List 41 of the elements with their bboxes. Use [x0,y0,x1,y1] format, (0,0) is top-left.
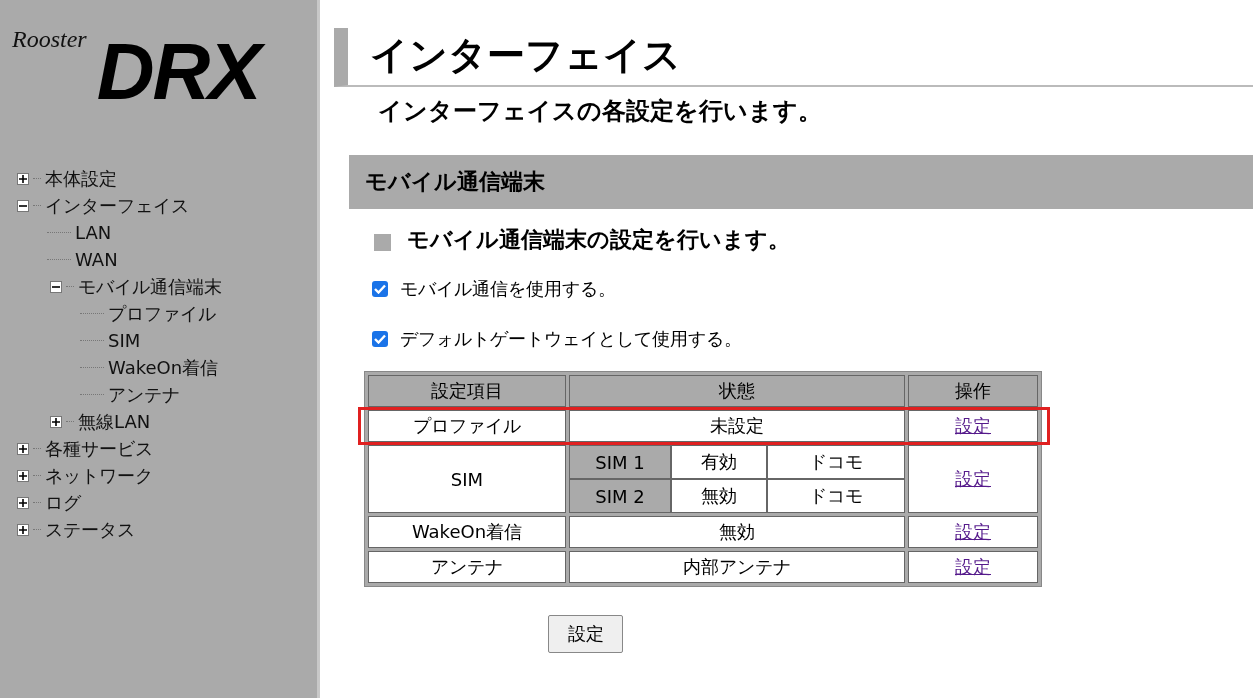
table-cell: 無効 [671,479,767,513]
column-header: 状態 [569,375,905,407]
nav-link[interactable]: アンテナ [108,382,180,407]
nav-link[interactable]: インターフェイス [45,193,189,218]
table-cell: ドコモ [766,479,905,513]
checkbox-label: デフォルトゲートウェイとして使用する。 [400,327,742,351]
nav-link[interactable]: ステータス [45,517,135,542]
submit-button[interactable]: 設定 [548,615,623,653]
page-title: インターフェイス [334,28,1253,87]
nav-link[interactable]: SIM [108,330,141,351]
page-subtitle: インターフェイスの各設定を行います。 [378,96,823,127]
nav-link[interactable]: WAN [75,249,118,270]
table-cell: 内部アンテナ [569,551,905,583]
nav-link[interactable]: 無線LAN [78,409,151,434]
sim-label: SIM 2 [569,479,671,513]
section-description: モバイル通信端末の設定を行います。 [407,226,790,254]
table-cell: ドコモ [766,445,905,479]
settings-link[interactable]: 設定 [955,521,991,542]
table-cell: プロファイル [368,410,566,442]
checkbox-label: モバイル通信を使用する。 [400,277,616,301]
nav-link[interactable]: WakeOn着信 [108,355,219,380]
nav-link[interactable]: 本体設定 [45,166,117,191]
column-header: 設定項目 [368,375,566,407]
column-header: 操作 [908,375,1038,407]
table-cell: 有効 [671,445,767,479]
settings-link[interactable]: 設定 [955,556,991,577]
table-cell: 未設定 [569,410,905,442]
nav-link[interactable]: ネットワーク [45,463,153,488]
table-cell: 無効 [569,516,905,548]
nav-link[interactable]: LAN [75,222,112,243]
section-header: モバイル通信端末 [349,155,1253,209]
nav-link[interactable]: プロファイル [108,301,216,326]
table-cell: WakeOn着信 [368,516,566,548]
settings-link[interactable]: 設定 [955,468,991,489]
nav-link[interactable]: 各種サービス [45,436,153,461]
nav-link[interactable]: ログ [45,490,81,515]
sim-label: SIM 1 [569,445,671,479]
table-cell: アンテナ [368,551,566,583]
table-cell: SIM [368,445,566,513]
nav-link[interactable]: モバイル通信端末 [78,274,222,299]
settings-link[interactable]: 設定 [955,415,991,436]
